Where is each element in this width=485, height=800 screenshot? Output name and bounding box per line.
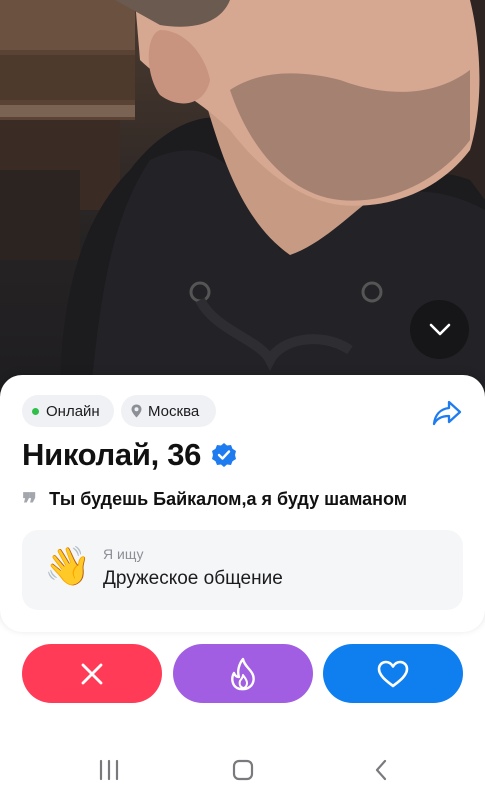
quote-icon: ❞ (22, 487, 38, 520)
profile-photo[interactable] (0, 0, 485, 400)
recent-apps-button[interactable] (96, 757, 122, 783)
name-row: Николай, 36 (22, 435, 237, 475)
bio-quote: ❞ Ты будешь Байкалом,а я буду шаманом (22, 487, 408, 518)
online-dot-icon (32, 407, 39, 415)
online-status-label: Онлайн (46, 402, 100, 420)
looking-for-value: Дружеское общение (103, 568, 283, 589)
heart-icon (377, 660, 409, 687)
skip-button[interactable] (22, 644, 162, 703)
recent-apps-icon (99, 759, 119, 781)
super-like-button[interactable] (173, 644, 313, 703)
share-arrow-icon (432, 400, 462, 426)
close-icon (81, 663, 103, 684)
city-chip: Москва (121, 395, 216, 427)
back-chevron-icon (375, 759, 387, 781)
home-button[interactable] (230, 757, 256, 783)
name-age: Николай, 36 (22, 437, 202, 472)
back-button[interactable] (370, 757, 392, 783)
verified-badge-icon (211, 442, 237, 468)
flame-icon (231, 657, 255, 690)
profile-card: Онлайн Москва Николай, 36 ❞ Ты будешь Ба… (0, 375, 485, 632)
share-button[interactable] (432, 400, 462, 426)
home-icon (232, 759, 254, 781)
like-button[interactable] (323, 644, 463, 703)
location-pin-icon (131, 404, 142, 418)
looking-for-label: Я ищу (103, 546, 144, 562)
expand-photo-button[interactable] (410, 300, 469, 359)
waving-hand-icon: 👋 (44, 546, 92, 588)
bio-text: Ты будешь Байкалом,а я буду шаманом (49, 488, 408, 509)
city-label: Москва (148, 402, 200, 420)
online-status-chip: Онлайн (22, 395, 114, 427)
looking-for-box: 👋 Я ищу Дружеское общение (22, 530, 463, 610)
system-nav-bar (0, 735, 485, 800)
chevron-down-icon (429, 323, 450, 335)
